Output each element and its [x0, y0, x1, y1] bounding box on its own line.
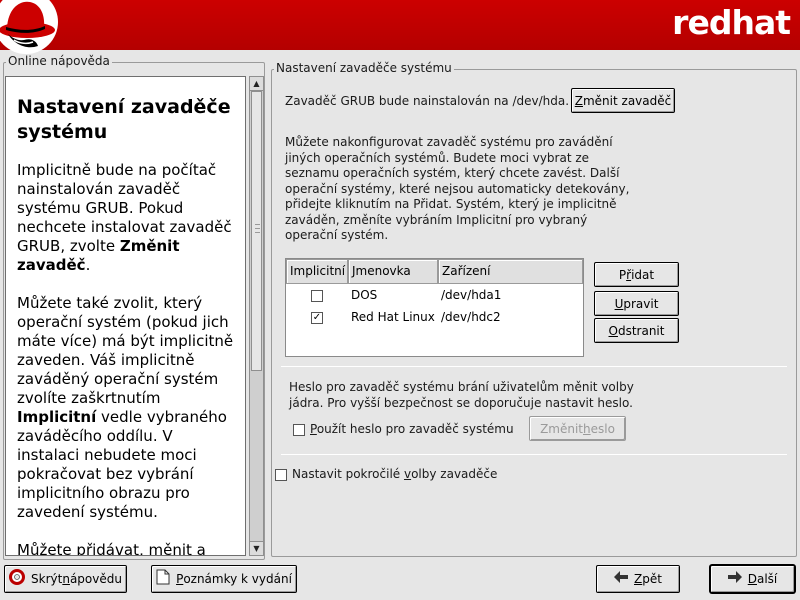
entry-device: /dev/hda1 [441, 288, 502, 302]
help-heading: Nastavení zavaděče systému [17, 96, 231, 143]
table-row[interactable]: DOS /dev/hda1 [286, 285, 583, 307]
add-entry-button[interactable]: Př idat [594, 262, 679, 287]
column-header-label[interactable]: Jmenovka [348, 259, 438, 284]
next-button[interactable]: Další [710, 565, 795, 593]
help-panel: Online nápověda Nastavení zavaděče systé… [3, 54, 265, 560]
default-checkbox[interactable]: ✓ [311, 312, 323, 324]
use-password-label[interactable]: Použít heslo pro zavaděč systému [310, 422, 514, 438]
release-notes-button[interactable]: Poznámky k vydání [151, 565, 297, 593]
change-password-button[interactable]: Změnit h eslo [529, 416, 626, 441]
lifebuoy-icon [9, 569, 26, 589]
section-divider [281, 366, 787, 367]
bootloader-config-panel: Nastavení zavaděče systému Zavaděč GRUB … [271, 61, 797, 557]
help-paragraph: Implicitně bude na počítač nainstalován … [17, 161, 232, 274]
scrollbar-thumb[interactable] [251, 91, 262, 371]
default-checkbox[interactable] [311, 290, 323, 302]
back-button[interactable]: Zpět [596, 565, 680, 593]
entry-label: Red Hat Linux [351, 310, 435, 324]
use-password-checkbox[interactable] [293, 424, 305, 436]
header-banner: redhat [0, 0, 800, 54]
column-header-default[interactable]: Implicitní [286, 259, 348, 284]
grub-install-label: Zavaděč GRUB bude nainstalován na /dev/h… [285, 94, 570, 108]
scroll-down-arrow-icon[interactable]: ▼ [250, 541, 263, 555]
table-row[interactable]: ✓ Red Hat Linux /dev/hdc2 [286, 307, 583, 329]
shadowman-hat-icon [0, 0, 58, 54]
edit-entry-button[interactable]: Upravit [594, 291, 679, 316]
help-panel-title: Online nápověda [6, 54, 112, 68]
bootloader-panel-title: Nastavení zavaděče systému [274, 61, 454, 75]
redhat-wordmark: redhat [672, 3, 791, 42]
entry-device: /dev/hdc2 [441, 310, 501, 324]
scroll-up-arrow-icon[interactable]: ▲ [250, 77, 263, 91]
column-header-device[interactable]: Zařízení [438, 259, 583, 284]
help-scrollbar[interactable]: ▲ ▼ [249, 76, 264, 556]
delete-entry-button[interactable]: Odstranit [594, 318, 679, 343]
change-bootloader-button[interactable]: Změnit zavaděč [571, 88, 675, 113]
advanced-options-label[interactable]: Nastavit pokročilé volby zavaděče [292, 467, 497, 483]
help-paragraph: Můžete také zvolit, který operační systé… [17, 294, 234, 521]
help-text-view[interactable]: Nastavení zavaděče systému Implicitně bu… [5, 76, 246, 556]
bootloader-info-text: Můžete nakonfigurovat zavaděč systému pr… [285, 135, 630, 242]
boot-entries-table[interactable]: Implicitní Jmenovka Zařízení DOS /dev/hd… [285, 258, 584, 357]
hide-help-button[interactable]: Skrýt n ápovědu [4, 565, 127, 593]
section-divider [281, 454, 787, 455]
arrow-left-icon [614, 571, 629, 587]
password-info-text: Heslo pro zavaděč systému brání uživatel… [289, 380, 634, 410]
arrow-right-icon [727, 571, 742, 587]
advanced-options-checkbox[interactable] [275, 469, 287, 481]
document-icon [156, 569, 170, 589]
help-paragraph: Můžete přidávat, měnit a odstraňovat pol… [17, 541, 206, 556]
entry-label: DOS [351, 288, 378, 302]
